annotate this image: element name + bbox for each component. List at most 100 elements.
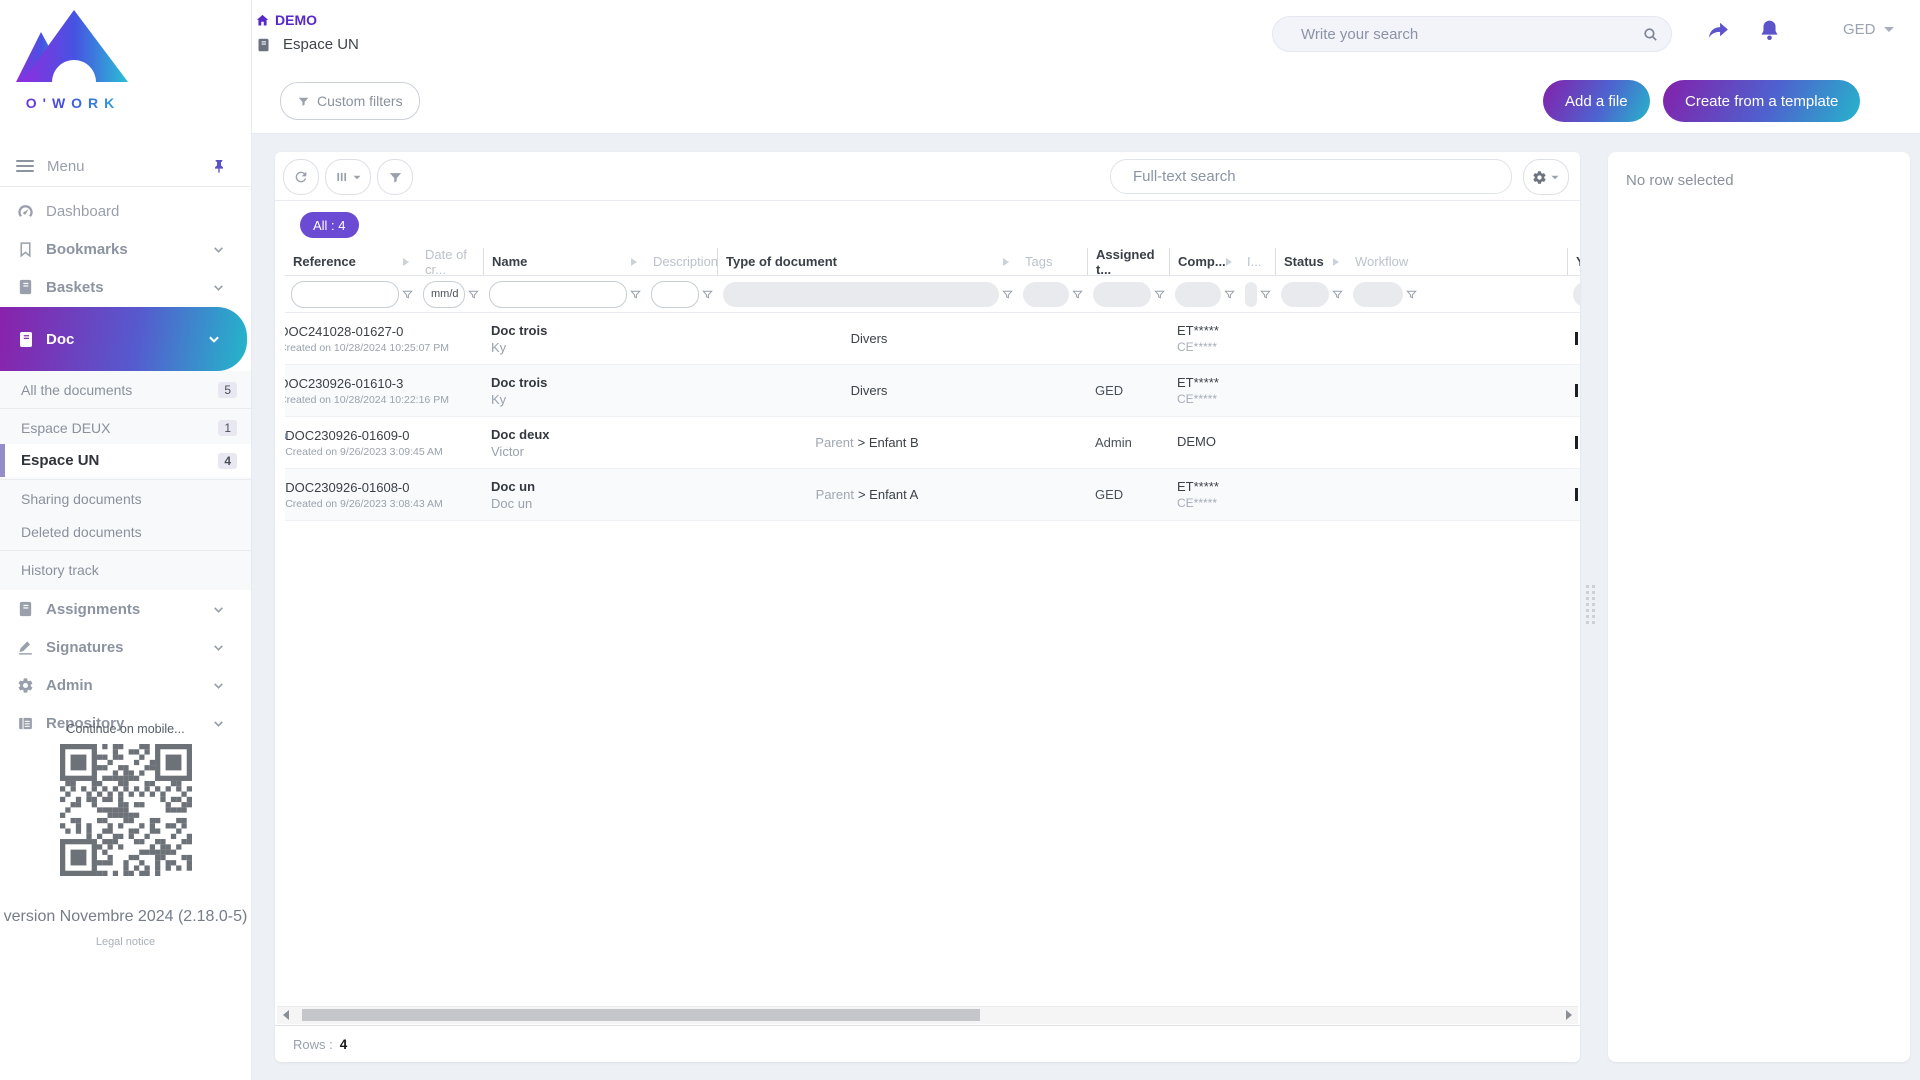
sidebar-item-signatures[interactable]: Signatures: [0, 628, 251, 666]
sidebar-item-bookmarks[interactable]: Bookmarks: [0, 230, 251, 268]
bell-icon[interactable]: [1757, 18, 1782, 43]
fulltext-search-input[interactable]: [1111, 168, 1511, 185]
gauge-icon: [16, 202, 35, 221]
sidebar-item-dashboard[interactable]: Dashboard: [0, 192, 251, 230]
custom-filters-button[interactable]: Custom filters: [280, 82, 420, 120]
create-from-template-button[interactable]: Create from a template: [1663, 80, 1860, 122]
share-icon[interactable]: [1706, 18, 1731, 43]
column-filter-icon[interactable]: [630, 289, 641, 300]
legal-notice-link[interactable]: Legal notice: [0, 936, 251, 948]
rows-count-label: Rows :: [293, 1037, 333, 1052]
gear-icon: [1532, 170, 1547, 185]
hamburger-icon: [16, 160, 34, 172]
scroll-right-arrow[interactable]: [1566, 1010, 1572, 1020]
sidebar-subitem-espace-un[interactable]: Espace UN 4: [0, 444, 251, 477]
cell-type: Parent> Enfant B: [717, 417, 1017, 468]
pin-icon[interactable]: [211, 158, 227, 174]
breadcrumb-home[interactable]: DEMO: [255, 12, 317, 28]
column-header-comp[interactable]: Comp...: [1169, 248, 1239, 275]
column-header-date[interactable]: Date of cr...: [417, 248, 483, 275]
cell-workflow: [1347, 365, 1567, 416]
sidebar-item-assignments[interactable]: Assignments: [0, 590, 251, 628]
subitem-label: Espace DEUX: [21, 420, 110, 436]
sidebar-subitem-espace-deux[interactable]: Espace DEUX 1: [0, 411, 251, 444]
subitem-label: All the documents: [21, 382, 132, 398]
cell-status: [1275, 313, 1347, 364]
notification-bell-icon: [285, 430, 289, 448]
table-row[interactable]: DOC241028-01627-0Created on 10/28/2024 1…: [285, 313, 1580, 365]
sidebar-item-doc[interactable]: Doc: [0, 307, 247, 371]
filter-field-i[interactable]: [1245, 282, 1257, 307]
qr-code: [60, 744, 192, 876]
filter-field-y[interactable]: [1573, 282, 1580, 307]
app-logo[interactable]: O'WORK: [13, 8, 133, 111]
menu-toggle[interactable]: Menu: [0, 148, 251, 184]
cell-type: Divers: [717, 365, 1017, 416]
refresh-button[interactable]: [283, 159, 319, 195]
global-search-input[interactable]: [1273, 26, 1642, 43]
column-filter-icon[interactable]: [702, 289, 713, 300]
filter-chip-all[interactable]: All : 4: [300, 212, 359, 238]
cell-i: [1239, 365, 1275, 416]
filter-field-comp[interactable]: [1175, 282, 1221, 307]
column-header-i[interactable]: I...: [1239, 248, 1275, 275]
sidebar-subitem-sharing-documents[interactable]: Sharing documents: [0, 482, 251, 515]
subitem-label: History track: [21, 562, 99, 578]
table-row[interactable]: wDOC230926-01609-0Created on 9/26/2023 3…: [285, 417, 1580, 469]
filter-field-type[interactable]: [723, 282, 999, 307]
panel-resize-handle[interactable]: [1586, 585, 1595, 624]
filter-input-reference[interactable]: [291, 281, 399, 308]
column-header-status[interactable]: Status: [1275, 248, 1347, 275]
column-header-tags[interactable]: Tags: [1017, 248, 1087, 275]
sidebar-subitem-deleted-documents[interactable]: Deleted documents: [0, 515, 251, 548]
filter-cell-description: [645, 281, 717, 308]
column-filter-icon[interactable]: [1072, 289, 1083, 300]
scroll-left-arrow[interactable]: [283, 1010, 289, 1020]
add-file-button[interactable]: Add a file: [1543, 80, 1650, 122]
column-filter-icon[interactable]: [1406, 289, 1417, 300]
column-header-name[interactable]: Name: [483, 248, 645, 275]
sort-arrow-icon: [1226, 258, 1232, 266]
divider: [0, 408, 251, 409]
cell-i: [1239, 469, 1275, 520]
column-filter-icon[interactable]: [1154, 289, 1165, 300]
cell-tags: [1017, 417, 1087, 468]
sidebar-subitem-history-track[interactable]: History track: [0, 553, 251, 586]
columns-button[interactable]: [325, 159, 371, 195]
filter-cell-y: [1567, 282, 1580, 307]
action-bar: Custom filters Add a file Create from a …: [251, 66, 1920, 134]
column-header-y[interactable]: Y...: [1567, 248, 1580, 275]
column-filter-icon[interactable]: [1260, 289, 1271, 300]
table-settings-button[interactable]: [1523, 159, 1569, 195]
column-header-reference[interactable]: Reference: [285, 248, 417, 275]
filter-field-tags[interactable]: [1023, 282, 1069, 307]
empty-selection-message: No row selected: [1626, 172, 1734, 189]
filter-field-workflow[interactable]: [1353, 282, 1403, 307]
sidebar-subitem-all-documents[interactable]: All the documents 5: [0, 373, 251, 406]
scrollbar-thumb[interactable]: [302, 1009, 980, 1021]
table-row[interactable]: DOC230926-01610-3Created on 10/28/2024 1…: [285, 365, 1580, 417]
breadcrumb-space[interactable]: Espace UN: [256, 36, 359, 53]
breadcrumb-space-label: Espace UN: [283, 36, 359, 53]
table-row[interactable]: DOC230926-01608-0Created on 9/26/2023 3:…: [285, 469, 1580, 521]
column-header-assigned[interactable]: Assigned t...: [1087, 248, 1169, 275]
column-filter-icon[interactable]: [1224, 289, 1235, 300]
filter-input-name[interactable]: [489, 281, 627, 308]
column-filter-icon[interactable]: [1332, 289, 1343, 300]
filter-button[interactable]: [377, 159, 413, 195]
column-header-description[interactable]: Description: [645, 248, 717, 275]
column-filter-icon[interactable]: [468, 289, 479, 300]
column-filter-icon[interactable]: [1002, 289, 1013, 300]
breadcrumb-title: DEMO: [275, 12, 317, 28]
filter-date-input[interactable]: mm/d: [423, 281, 465, 308]
column-header-workflow[interactable]: Workflow: [1347, 248, 1567, 275]
filter-field-assigned[interactable]: [1093, 282, 1151, 307]
search-icon[interactable]: [1642, 26, 1659, 43]
column-filter-icon[interactable]: [402, 289, 413, 300]
filter-field-status[interactable]: [1281, 282, 1329, 307]
filter-input-description[interactable]: [651, 281, 699, 308]
column-header-type[interactable]: Type of document: [717, 248, 1017, 275]
sidebar-item-baskets[interactable]: Baskets: [0, 268, 251, 306]
sidebar-item-admin[interactable]: Admin: [0, 666, 251, 704]
user-menu[interactable]: GED: [1843, 21, 1894, 38]
